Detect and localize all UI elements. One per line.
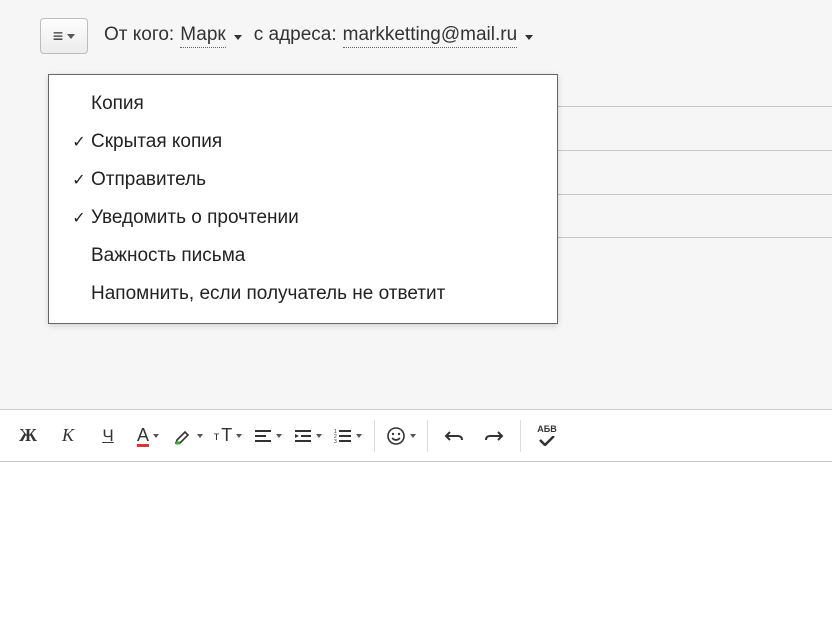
separator	[520, 420, 521, 452]
redo-icon	[484, 429, 504, 443]
align-button[interactable]	[248, 416, 288, 456]
menu-item-label: Уведомить о прочтении	[91, 207, 539, 229]
emoji-button[interactable]	[381, 416, 421, 456]
font-big-icon: Т	[221, 425, 232, 446]
sender-name-dropdown[interactable]: Марк	[180, 24, 226, 48]
align-icon	[254, 429, 272, 443]
highlight-button[interactable]	[168, 416, 208, 456]
separator	[374, 420, 375, 452]
spellcheck-label: АБВ	[537, 425, 556, 434]
caret-down-icon	[236, 434, 242, 438]
menu-item-label: Копия	[91, 93, 539, 115]
menu-item-remind[interactable]: Напомнить, если получатель не ответит	[49, 275, 557, 313]
redo-button[interactable]	[474, 416, 514, 456]
menu-item-label: Важность письма	[91, 245, 539, 267]
compose-header-area: ≡ От кого: Марк с адреса: markketting@ma…	[0, 0, 832, 410]
check-icon: ✓	[67, 132, 91, 152]
caret-down-icon	[316, 434, 322, 438]
svg-text:3: 3	[334, 439, 337, 443]
font-small-icon: т	[214, 429, 220, 443]
menu-item-bcc[interactable]: ✓ Скрытая копия	[49, 123, 557, 161]
caret-down-icon	[356, 434, 362, 438]
caret-down-icon	[276, 434, 282, 438]
bold-button[interactable]: Ж	[8, 416, 48, 456]
menu-item-read-receipt[interactable]: ✓ Уведомить о прочтении	[49, 199, 557, 237]
caret-down-icon	[153, 434, 159, 438]
menu-item-label: Отправитель	[91, 169, 539, 191]
caret-down-icon	[67, 34, 75, 39]
caret-down-icon	[525, 35, 533, 40]
font-size-button[interactable]: т Т	[208, 416, 248, 456]
caret-down-icon	[234, 35, 242, 40]
message-body[interactable]	[0, 462, 832, 622]
hamburger-icon: ≡	[53, 27, 64, 45]
from-label: От кого:	[104, 24, 174, 46]
indent-icon	[294, 429, 312, 443]
undo-icon	[444, 429, 464, 443]
address-label: с адреса:	[254, 24, 337, 46]
underline-button[interactable]: Ч	[88, 416, 128, 456]
smile-icon	[386, 426, 406, 446]
options-dropdown: Копия ✓ Скрытая копия ✓ Отправитель ✓ Ув…	[48, 74, 558, 324]
menu-item-sender[interactable]: ✓ Отправитель	[49, 161, 557, 199]
list-icon: 1 2 3	[334, 429, 352, 443]
list-button[interactable]: 1 2 3	[328, 416, 368, 456]
format-toolbar: Ж К Ч А т Т 1	[0, 410, 832, 462]
spellcheck-button[interactable]: АБВ	[527, 416, 567, 456]
menu-item-label: Напомнить, если получатель не ответит	[91, 283, 539, 305]
menu-item-copy[interactable]: Копия	[49, 85, 557, 123]
sender-email-dropdown[interactable]: markketting@mail.ru	[343, 24, 518, 48]
indent-button[interactable]	[288, 416, 328, 456]
options-menu-button[interactable]: ≡	[40, 18, 88, 54]
from-line: От кого: Марк с адреса: markketting@mail…	[104, 24, 539, 48]
menu-item-importance[interactable]: Важность письма	[49, 237, 557, 275]
underline-icon: Ч	[102, 426, 113, 446]
caret-down-icon	[410, 434, 416, 438]
check-icon: ✓	[67, 208, 91, 228]
check-icon: ✓	[67, 170, 91, 190]
top-row: ≡ От кого: Марк с адреса: markketting@ma…	[40, 18, 832, 54]
separator	[427, 420, 428, 452]
italic-button[interactable]: К	[48, 416, 88, 456]
menu-item-label: Скрытая копия	[91, 131, 539, 153]
text-color-icon: А	[137, 425, 149, 446]
text-color-button[interactable]: А	[128, 416, 168, 456]
caret-down-icon	[197, 434, 203, 438]
highlight-icon	[173, 426, 193, 446]
check-icon	[538, 436, 556, 446]
undo-button[interactable]	[434, 416, 474, 456]
